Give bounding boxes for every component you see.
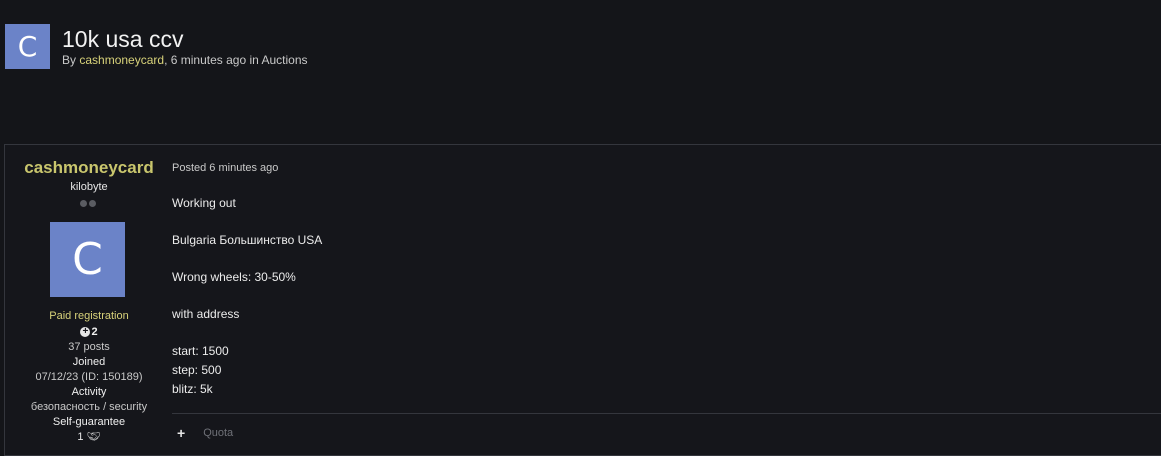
guarantee-row: 1 🤝︎	[5, 430, 173, 445]
topic-author-link[interactable]: cashmoneycard	[79, 53, 164, 67]
author-rank: kilobyte	[70, 181, 108, 193]
post: cashmoneycard kilobyte C Paid registrati…	[4, 144, 1161, 456]
post-author-avatar[interactable]: C	[50, 222, 125, 297]
topic-meta: By cashmoneycard, 6 minutes ago in Aucti…	[62, 53, 308, 67]
author-posts[interactable]: 37 posts	[5, 340, 173, 355]
topic-title: 10k usa ccv	[62, 26, 184, 52]
reputation: +2	[5, 324, 173, 340]
quote-button[interactable]: Quota	[203, 427, 233, 439]
reputation-value: 2	[91, 325, 98, 338]
content-line: step: 500	[172, 363, 222, 377]
content-line: start: 1500	[172, 344, 229, 358]
author-group: Paid registration	[49, 310, 129, 322]
post-content: Working out Bulgaria Большинство USA Wro…	[172, 194, 322, 399]
content-paragraph: Working out	[172, 196, 236, 210]
multiquote-plus-icon[interactable]: +	[177, 425, 185, 441]
topic-author-avatar[interactable]: C	[5, 24, 50, 69]
post-actions: + Quota	[177, 425, 233, 441]
guarantee-label: Self-guarantee	[52, 415, 126, 428]
post-date[interactable]: Posted 6 minutes ago	[172, 162, 278, 174]
topic-time: , 6 minutes ago in	[164, 53, 262, 67]
activity-label: Activity	[71, 385, 107, 398]
author-info: Paid registration +2 37 posts Joined 07/…	[5, 309, 173, 445]
activity-value: безопасность / security	[30, 400, 148, 413]
joined-value: 07/12/23 (ID: 150189)	[35, 370, 143, 383]
content-paragraph: Bulgaria Большинство USA	[172, 233, 323, 247]
post-author-name[interactable]: cashmoneycard	[5, 158, 173, 178]
by-prefix: By	[62, 53, 80, 67]
forum-link[interactable]: Auctions	[261, 53, 307, 67]
rank-dots-icon	[80, 200, 96, 207]
guarantee-value: 1	[77, 430, 84, 443]
content-paragraph: Wrong wheels: 30-50%	[172, 270, 296, 284]
joined-label: Joined	[72, 355, 106, 368]
content-paragraph: with address	[172, 307, 240, 321]
content-line: blitz: 5k	[172, 382, 213, 396]
reputation-plus-icon: +	[80, 327, 91, 337]
handshake-icon: 🤝︎	[86, 430, 101, 443]
post-divider	[172, 413, 1161, 414]
